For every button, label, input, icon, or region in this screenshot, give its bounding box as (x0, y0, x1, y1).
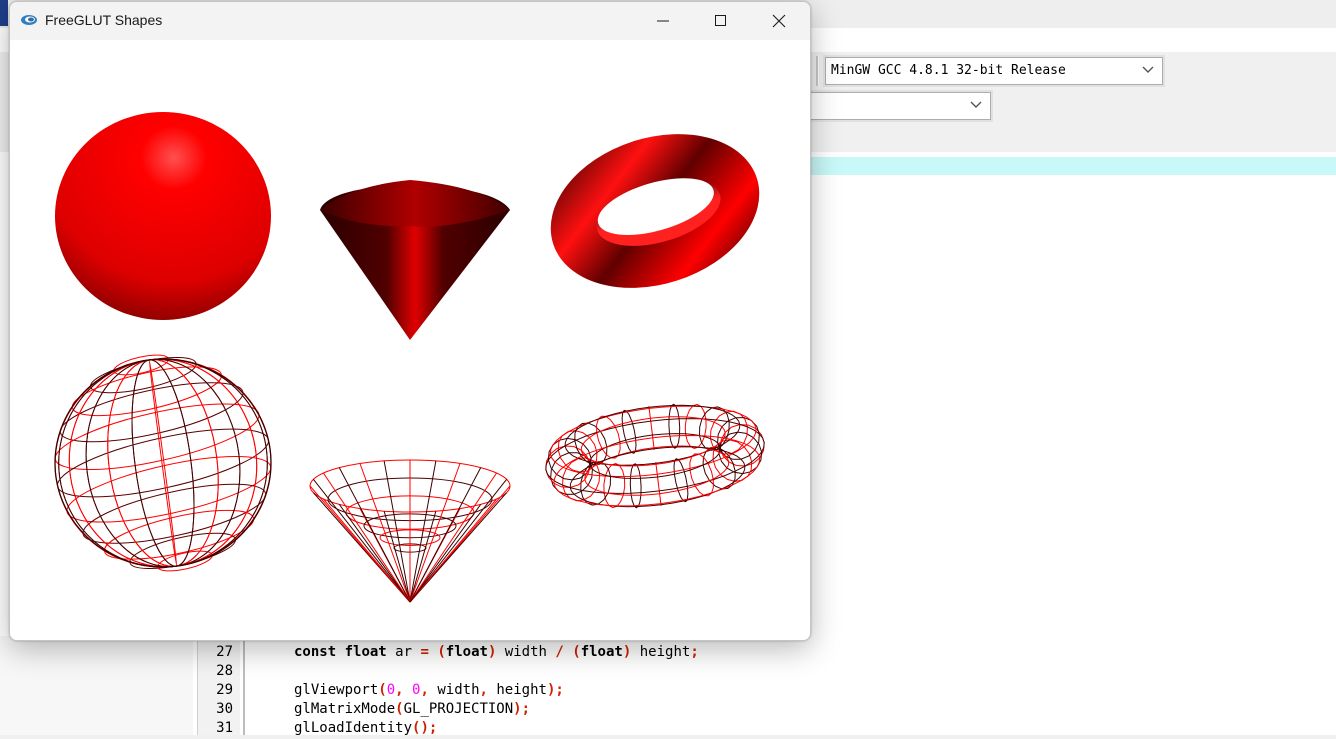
target-select[interactable] (808, 92, 991, 120)
minimize-icon (657, 20, 669, 22)
solid-sphere (55, 112, 271, 320)
close-icon (772, 14, 786, 28)
code-line[interactable]: glLoadIdentity(); (294, 720, 437, 739)
fold-marker-icon[interactable] (240, 636, 254, 735)
line-number: 29 (216, 682, 233, 698)
maximize-button[interactable] (692, 2, 750, 40)
line-number: 31 (216, 720, 233, 736)
solid-torus (550, 134, 760, 288)
solid-cone (320, 180, 510, 340)
shapes-scene (54, 112, 765, 603)
close-button[interactable] (750, 2, 808, 40)
freeglut-window[interactable]: FreeGLUT Shapes (9, 1, 811, 641)
project-panel (0, 636, 193, 735)
maximize-icon (715, 15, 726, 26)
compiler-select[interactable]: MinGW GCC 4.8.1 32-bit Release (825, 57, 1163, 85)
wire-cone (309, 459, 511, 603)
window-title: FreeGLUT Shapes (45, 12, 163, 28)
code-line[interactable]: const float ar = (float) width / (float)… (294, 644, 699, 663)
compiler-select-value: MinGW GCC 4.8.1 32-bit Release (831, 63, 1066, 78)
ide-app-icon (0, 0, 8, 26)
wire-sphere (54, 354, 272, 572)
code-line[interactable]: glMatrixMode(GL_PROJECTION); (294, 701, 530, 720)
wire-torus (545, 403, 765, 509)
chevron-down-icon (970, 101, 982, 108)
current-line-highlight (808, 157, 1336, 175)
line-number: 30 (216, 701, 233, 717)
chevron-down-icon (1142, 66, 1154, 73)
minimize-button[interactable] (634, 2, 692, 40)
code-line[interactable]: glViewport(0, 0, width, height); (294, 682, 564, 701)
line-number: 28 (216, 663, 233, 679)
toolbar-separator (816, 56, 819, 86)
line-number: 27 (216, 644, 233, 660)
opengl-canvas[interactable] (10, 40, 810, 640)
opengl-app-icon (21, 15, 37, 25)
window-titlebar[interactable]: FreeGLUT Shapes (10, 2, 810, 40)
